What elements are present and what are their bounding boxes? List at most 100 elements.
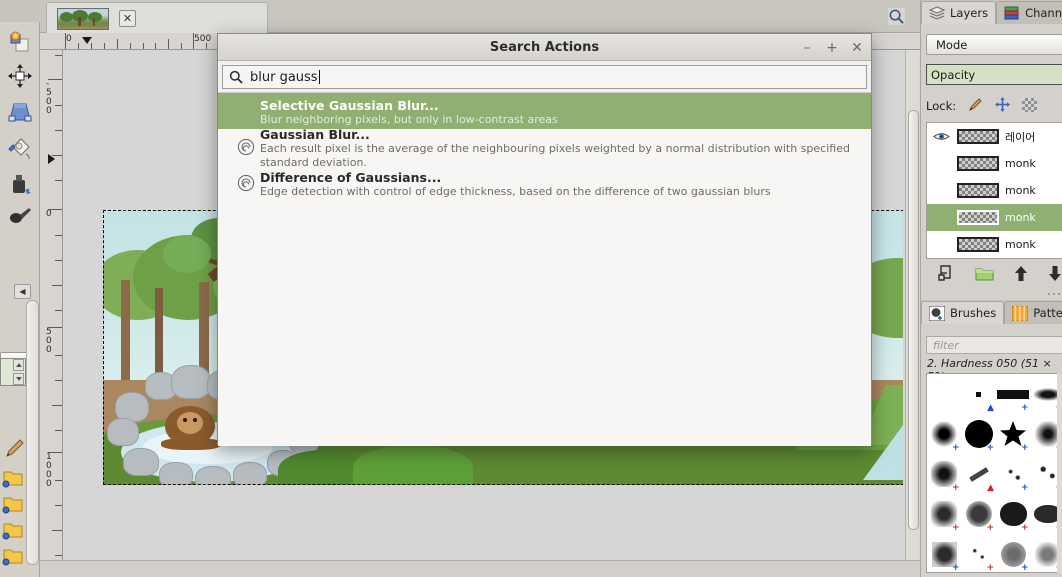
lock-position-button[interactable] [995,97,1011,115]
spinner-up-icon[interactable] [13,359,24,371]
brush-item[interactable]: ▲ [962,454,997,494]
layers-icon [929,6,945,20]
close-tab-button[interactable]: ✕ [119,10,136,27]
brush-item[interactable]: + [996,374,1031,414]
tool-perspective[interactable] [4,96,36,128]
layer-name: monk [1005,184,1036,197]
dialog-title: Search Actions [489,39,600,55]
brush-item[interactable]: ▲ [962,374,997,414]
layer-visibility-toggle[interactable] [931,156,951,172]
lock-pixels-button[interactable] [968,97,983,115]
tab-brushes-label: Brushes [950,306,997,320]
layer-visibility-toggle[interactable] [931,129,951,145]
tab-channels-label: Channels [1025,6,1062,20]
layer-row[interactable]: monk [927,150,1062,177]
zoom-image-button[interactable] [886,6,906,26]
canvas-vertical-scrollbar[interactable] [905,50,919,560]
tool-move[interactable] [4,60,36,92]
brush-item[interactable]: + [927,454,962,494]
mode-label: Mode [936,37,968,52]
brush-item[interactable]: + [996,454,1031,494]
result-item-difference-of-gaussians[interactable]: Difference of Gaussians... Edge detectio… [218,165,871,201]
folder-icon-4[interactable] [2,546,24,566]
tool-clone[interactable] [4,26,36,58]
ink-tool-icon [13,175,31,194]
brush-tab-bar: Brushes Patterns [921,300,1062,324]
ruler-v-label-500: 500 [46,327,52,355]
image-tab[interactable]: ✕ [46,2,268,34]
close-button[interactable]: ✕ [851,41,863,55]
folder-icon-3[interactable] [2,520,24,540]
tab-layers[interactable]: Layers [921,1,997,24]
brush-filter-input[interactable]: filter [926,336,1062,354]
layer-mode-dropdown[interactable]: Mode [926,34,1062,55]
vertical-ruler[interactable]: -500 0 500 1000 [40,50,63,577]
brush-badge-icon: + [1020,403,1029,413]
brush-item[interactable]: + [962,414,997,454]
pencil-tool-icon[interactable] [4,438,26,460]
brush-badge-icon: + [1020,523,1029,533]
layer-visibility-toggle[interactable] [931,237,951,253]
dialog-titlebar[interactable]: Search Actions – + ✕ [218,34,871,61]
brush-item[interactable] [927,374,962,414]
brush-item[interactable]: + [927,414,962,454]
folder-icon-1[interactable] [2,468,24,488]
tab-patterns[interactable]: Patterns [1004,301,1062,324]
maximize-button[interactable]: + [826,41,838,55]
tool-bucket-fill[interactable] [4,132,36,164]
layer-row[interactable]: monk [927,177,1062,204]
toolbox-scrollbar[interactable] [26,300,39,565]
result-item-selective-gaussian-blur[interactable]: Selective Gaussian Blur... Blur neighbor… [218,93,871,129]
folder-icon-2[interactable] [2,494,24,514]
brush-item[interactable]: + [996,534,1031,573]
minimize-button[interactable]: – [801,41,813,55]
layer-visibility-toggle[interactable] [931,210,951,226]
layers-list[interactable]: 레이어 monk monk monk monk [926,122,1062,259]
channels-icon [1004,6,1019,20]
folder-glyph-icon [2,497,23,514]
new-layer-button[interactable] [938,265,955,285]
tool-smudge[interactable] [4,200,36,232]
layer-row[interactable]: 레이어 [927,123,1062,150]
layer-row-selected[interactable]: monk [927,204,1062,231]
tab-brushes[interactable]: Brushes [921,301,1005,324]
alpha-checker-icon [1022,97,1038,112]
tool-option-spinner[interactable] [0,358,26,386]
brush-item[interactable]: + [927,494,962,534]
raise-layer-button[interactable] [1014,265,1028,285]
tool-ink[interactable] [4,168,36,200]
brushes-scrollbar[interactable] [1057,373,1062,573]
brush-item[interactable]: + [962,494,997,534]
brush-item[interactable]: + [996,414,1031,454]
layer-opacity-slider[interactable]: Opacity [926,64,1062,85]
brush-badge-icon: + [986,443,994,453]
brush-badge-icon: + [951,523,960,533]
layer-row[interactable]: monk [927,231,1062,258]
result-item-gaussian-blur[interactable]: Gaussian Blur... Each result pixel is th… [218,127,871,169]
layer-visibility-toggle[interactable] [931,183,951,199]
scrollbar-thumb[interactable] [908,110,919,530]
folder-glyph-icon [2,471,23,488]
tab-channels[interactable]: Channels [996,1,1062,24]
new-layer-group-button[interactable] [975,266,994,285]
ruler-h-position-marker [82,37,92,44]
brush-badge-icon: + [1020,563,1029,573]
search-field[interactable]: blur gauss [222,65,867,89]
brush-item[interactable]: + [927,534,962,572]
brush-item[interactable]: + [996,494,1031,534]
brush-badge-icon: + [951,483,960,493]
spinner-down-icon[interactable] [13,373,24,385]
move-tool-icon [8,64,32,88]
lower-layer-button[interactable] [1048,265,1062,285]
brush-filter-placeholder: filter [933,338,959,352]
lock-alpha-button[interactable] [1022,97,1038,115]
search-input[interactable]: blur gauss [250,69,320,85]
image-statusbar [40,560,920,577]
brush-item[interactable]: + [962,534,997,572]
brush-preview [997,389,1030,399]
search-results-list[interactable]: Selective Gaussian Blur... Blur neighbor… [218,92,871,446]
search-icon [229,70,243,84]
brushes-grid[interactable]: ▲ + + + + + ▲ + + + + + + + [926,373,1062,573]
dock-collapse-button[interactable]: ◀ [14,284,31,299]
dock-separator[interactable] [926,291,1062,297]
